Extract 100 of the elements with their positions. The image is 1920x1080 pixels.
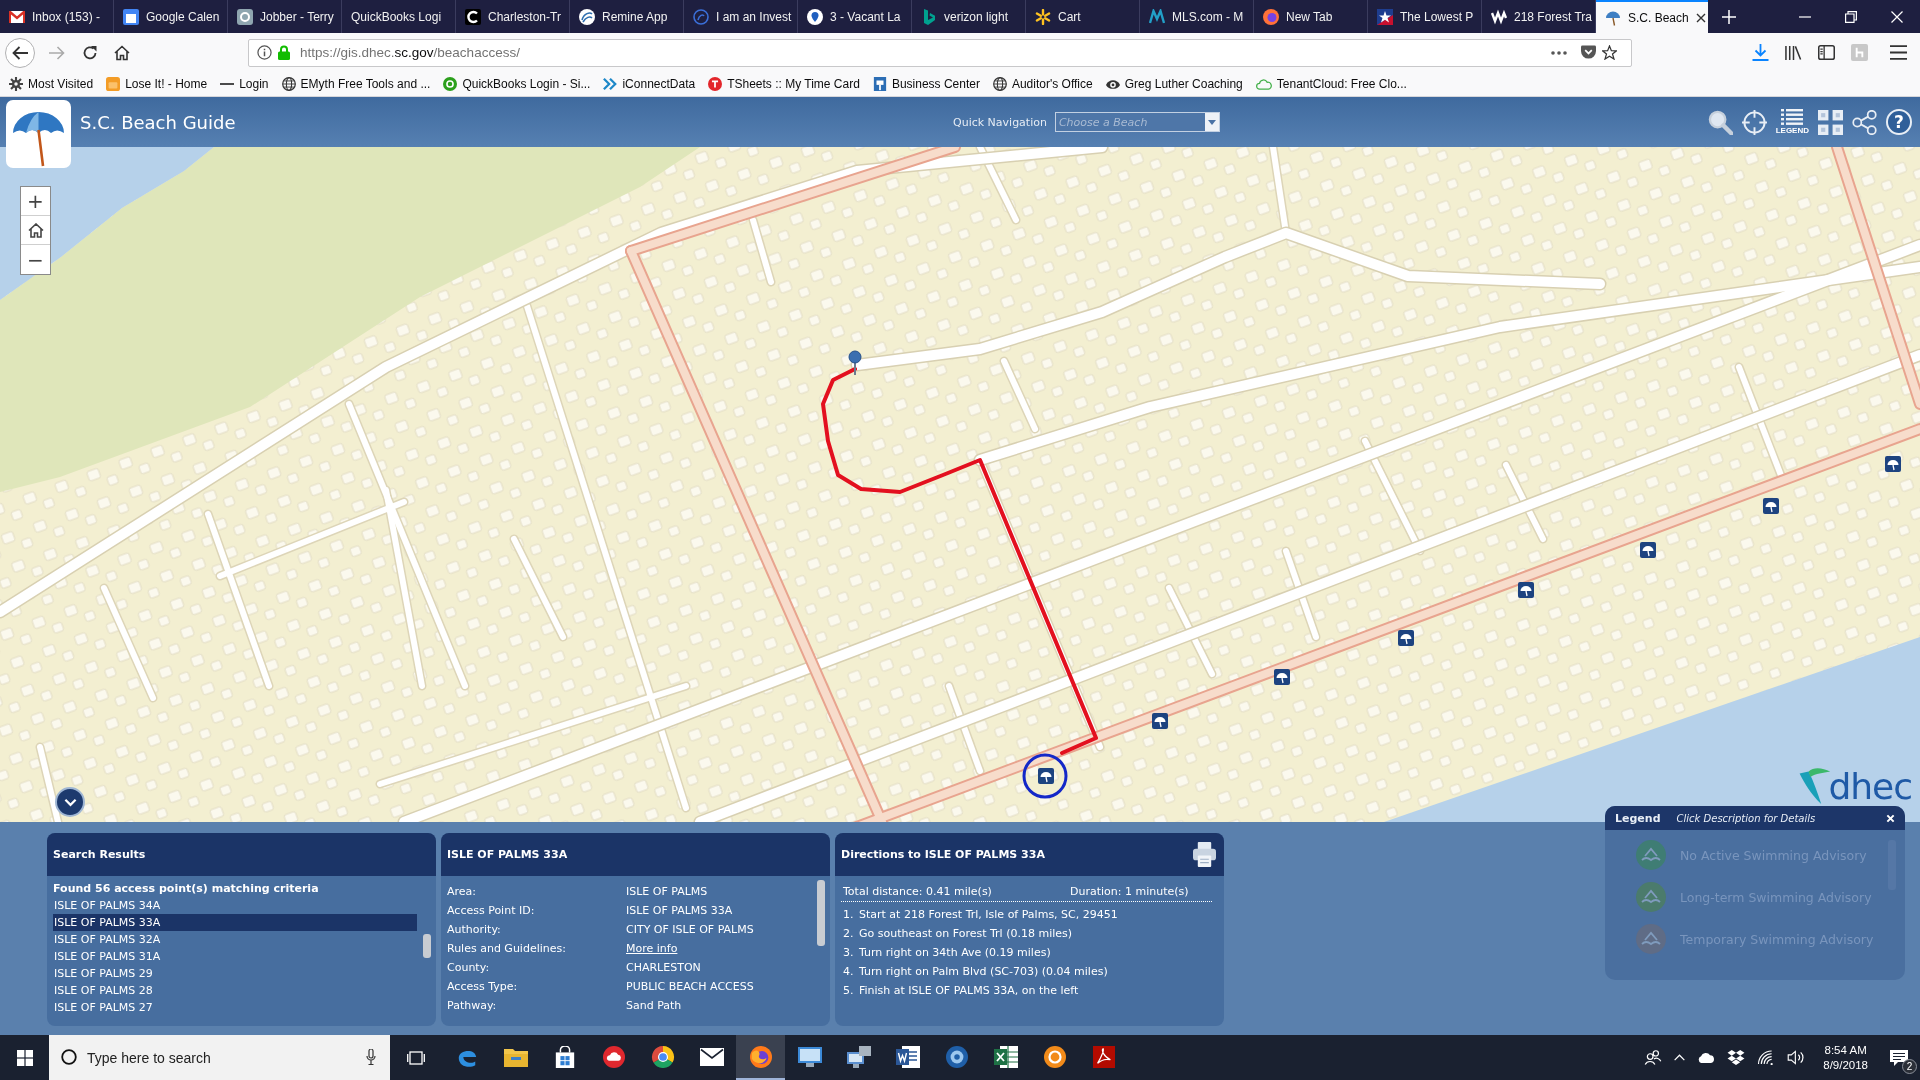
notification-icon[interactable] — [1890, 1049, 1908, 1066]
address-bar[interactable]: https://gis.dhec.sc.gov/beachaccess/ — [248, 38, 1632, 67]
printer-icon[interactable] — [1193, 842, 1216, 867]
result-item[interactable]: ISLE OF PALMS 27 — [53, 999, 417, 1016]
bookmark-link[interactable]: iConnectData — [603, 77, 696, 91]
bookmark-link[interactable]: TenantCloud: Free Clo... — [1255, 77, 1407, 91]
beach-access-icon[interactable] — [1274, 669, 1290, 685]
result-item[interactable]: ISLE OF PALMS 34A — [53, 897, 417, 914]
sidebar-icon[interactable] — [1818, 44, 1835, 61]
beach-access-icon[interactable] — [1518, 582, 1534, 598]
spark-icon — [1035, 8, 1051, 25]
info-icon[interactable] — [257, 45, 272, 60]
list-icon — [1781, 109, 1804, 125]
detail-label: Access Point ID: — [447, 904, 536, 917]
document-icon — [895, 1045, 920, 1068]
spreadsheet-icon — [993, 1045, 1018, 1068]
bookmark-link[interactable]: EMyth Free Tools and ... — [281, 77, 431, 91]
umbrella-icon — [1605, 9, 1621, 26]
bookmark-star-icon[interactable] — [1602, 45, 1617, 60]
detail-value: CITY OF ISLE OF PALMS — [626, 923, 755, 936]
result-item[interactable]: ISLE OF PALMS 33A — [53, 914, 417, 931]
bookmark-link[interactable]: Most Visited — [9, 77, 94, 91]
detail-value: PUBLIC BEACH ACCESS — [626, 980, 755, 993]
close-icon[interactable] — [1695, 12, 1706, 23]
result-item[interactable]: ISLE OF PALMS 28 — [53, 982, 417, 999]
beach-access-icon[interactable] — [1398, 630, 1414, 646]
detail-label: Authority: — [447, 923, 502, 936]
download-icon[interactable] — [1752, 44, 1769, 61]
microphone-icon[interactable] — [366, 1049, 376, 1065]
envelope-icon — [699, 1045, 724, 1068]
legend-hint: Click Description for Details — [1676, 812, 1816, 824]
zigzag-icon — [1149, 8, 1165, 25]
share-icon[interactable] — [1852, 109, 1877, 135]
people-icon[interactable] — [1644, 1050, 1663, 1065]
bookmark-link[interactable]: Login — [220, 77, 269, 91]
new-tab-plus-icon[interactable] — [1722, 9, 1736, 24]
minimize-icon[interactable] — [1799, 15, 1811, 18]
detail-label: Pathway: — [447, 999, 498, 1012]
help-button[interactable]: ? — [1886, 109, 1912, 135]
grid-icon[interactable] — [1818, 109, 1843, 135]
scrollbar-thumb[interactable] — [423, 934, 431, 958]
beach-access-icon[interactable] — [1885, 456, 1901, 472]
segmented-circle-icon — [650, 1045, 675, 1068]
lock-icon[interactable] — [278, 45, 290, 60]
step-text: Finish at ISLE OF PALMS 33A, on the left — [859, 983, 1079, 999]
pin-icon — [807, 8, 823, 25]
flag-icon — [921, 8, 937, 25]
box-icon[interactable] — [1727, 1050, 1746, 1065]
badge-icon — [708, 77, 723, 91]
restore-icon[interactable] — [1845, 10, 1857, 23]
star-icon — [1377, 8, 1393, 25]
legend-title: Legend — [1615, 811, 1661, 825]
library-icon[interactable] — [1785, 44, 1802, 61]
shield-icon[interactable] — [1581, 45, 1596, 60]
app-title: S.C. Beach Guide — [80, 111, 237, 133]
swirl-icon — [579, 8, 595, 25]
more-info-link[interactable]: More info — [626, 942, 678, 955]
caret-icon[interactable] — [1204, 113, 1219, 131]
more-dots-icon[interactable] — [1551, 50, 1567, 55]
beach-access-icon[interactable] — [1640, 542, 1656, 558]
cloud-icon[interactable] — [1697, 1050, 1716, 1065]
quick-navigation-label: Quick Navigation — [953, 115, 1047, 129]
close-window-icon[interactable] — [1891, 10, 1903, 23]
legend-button[interactable]: LEGEND — [1775, 109, 1809, 135]
scrollbar-thumb[interactable] — [817, 880, 825, 946]
result-item[interactable]: ISLE OF PALMS 31A — [53, 948, 417, 965]
beach-access-icon[interactable] — [1152, 713, 1168, 729]
bookmark-link[interactable]: Auditor's Office — [992, 77, 1093, 91]
clock-date[interactable]: 8/9/2018 — [1823, 1057, 1868, 1073]
taskbar-search-field[interactable]: Type here to search — [49, 1035, 390, 1080]
reload-icon[interactable] — [82, 44, 98, 61]
panel-title: Directions to ISLE OF PALMS 33A — [841, 848, 1045, 861]
menu-icon[interactable] — [1890, 44, 1907, 61]
speaker-icon[interactable] — [1787, 1050, 1806, 1065]
bookmark-link[interactable]: Greg Luther Coaching — [1105, 77, 1243, 91]
task-view-icon[interactable] — [407, 1049, 425, 1066]
beach-access-icon[interactable] — [1038, 768, 1054, 784]
result-item[interactable]: ISLE OF PALMS 32A — [53, 931, 417, 948]
back-button[interactable] — [5, 37, 35, 68]
wifi-icon[interactable] — [1757, 1050, 1776, 1065]
envelope-icon — [9, 8, 25, 25]
bookmark-link[interactable]: Lose It! - Home — [106, 77, 208, 91]
crosshair-icon[interactable] — [1741, 109, 1767, 135]
logo-text: dhec — [1828, 768, 1912, 806]
beach-access-icon[interactable] — [1763, 498, 1779, 514]
browser-tab[interactable]: S.C. Beach — [1596, 0, 1708, 33]
flame-globe-icon — [1263, 8, 1279, 25]
globe-icon — [281, 77, 296, 91]
clock-time[interactable]: 8:54 AM — [1824, 1042, 1867, 1058]
home-icon[interactable] — [114, 44, 130, 61]
wave-icon — [1491, 8, 1507, 25]
bookmark-link[interactable]: QuickBooks Login - Si... — [443, 77, 591, 91]
disc-icon — [944, 1045, 969, 1068]
search-icon[interactable] — [1707, 109, 1733, 135]
chevron-up-icon[interactable] — [1674, 1054, 1686, 1061]
result-item[interactable]: ISLE OF PALMS 29 — [53, 965, 417, 982]
bookmark-link[interactable]: TSheets :: My Time Card — [708, 77, 860, 91]
bookmark-link[interactable]: Business Center — [872, 77, 980, 91]
gear-icon — [9, 77, 23, 91]
duration-text: Duration: 1 minute(s) — [1070, 885, 1189, 898]
